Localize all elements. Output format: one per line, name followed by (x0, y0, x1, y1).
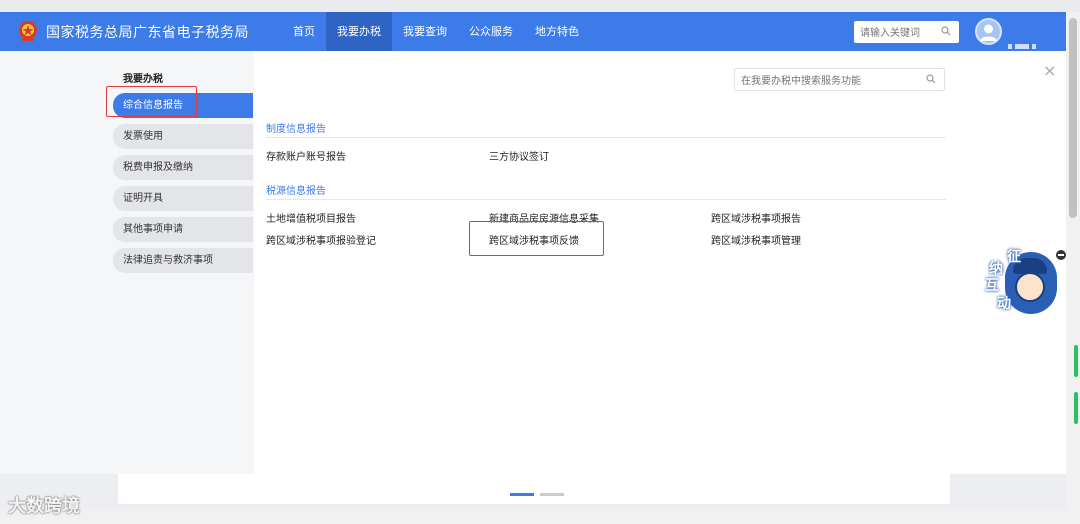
side-indicator (1074, 392, 1078, 424)
section-title-tax-source-info: 税源信息报告 (266, 186, 326, 197)
main-panel: × 制度信息报告 存款账户账号报告 三方协议签订 税源信息报告 土地增值税项目报… (254, 51, 1066, 474)
widget-char: 动 (997, 296, 1011, 312)
nav-public-service[interactable]: 公众服务 (458, 12, 524, 51)
widget-char: 征 (1007, 249, 1021, 265)
sidebar-item-legal-remedy[interactable]: 法律追责与救济事项 (113, 248, 253, 273)
nav-local-features[interactable]: 地方特色 (524, 12, 590, 51)
link-land-vat-project-report[interactable]: 土地增值税项目报告 (266, 210, 356, 225)
sidebar-item-invoice-use[interactable]: 发票使用 (113, 124, 253, 149)
link-deposit-account-report[interactable]: 存款账户账号报告 (266, 148, 346, 163)
side-indicator (1074, 345, 1078, 377)
watermark: 大数跨境 (8, 496, 80, 517)
user-name-masked[interactable] (1008, 34, 1048, 49)
section-title-system-info: 制度信息报告 (266, 124, 326, 135)
service-search (734, 68, 945, 92)
horizontal-scrollbar[interactable] (0, 510, 1066, 524)
vertical-scrollbar[interactable] (1066, 12, 1080, 524)
sidebar-item-other-applications[interactable]: 其他事项申请 (113, 217, 253, 242)
link-tripartite-agreement[interactable]: 三方协议签订 (489, 148, 549, 163)
widget-minimize-icon[interactable] (1056, 250, 1066, 260)
browser-top-strip (0, 0, 1080, 12)
carousel-indicator[interactable] (540, 493, 564, 496)
link-cross-region-tax-report[interactable]: 跨区域涉税事项报告 (711, 210, 801, 225)
user-avatar[interactable] (975, 18, 1002, 45)
sidebar-item-tax-declaration-payment[interactable]: 税费申报及缴纳 (113, 155, 253, 180)
link-new-housing-info-collection[interactable]: 新建商品房房源信息采集 (489, 210, 599, 225)
search-icon[interactable] (941, 26, 951, 36)
sidebar-item-comprehensive-info-report[interactable]: 综合信息报告 (113, 93, 253, 118)
divider (266, 137, 946, 138)
header-search (854, 21, 959, 45)
scrollbar-thumb[interactable] (1069, 18, 1077, 218)
header-search-input[interactable] (854, 22, 938, 45)
site-title[interactable]: 国家税务总局广东省电子税务局 (46, 22, 249, 42)
search-icon[interactable] (926, 74, 936, 84)
sidebar-title: 我要办税 (123, 74, 163, 85)
close-icon[interactable]: × (1043, 63, 1056, 79)
carousel-indicator-active[interactable] (510, 493, 534, 496)
user-icon (980, 24, 997, 41)
tax-emblem-icon (19, 21, 37, 41)
officer-avatar-icon (1015, 272, 1045, 302)
nav-home[interactable]: 首页 (282, 12, 326, 51)
nav-tax-handling[interactable]: 我要办税 (326, 12, 392, 51)
sidebar: 我要办税 综合信息报告 发票使用 税费申报及缴纳 证明开具 其他事项申请 法律追… (0, 51, 254, 474)
bottom-banner (118, 474, 950, 504)
main-nav: 首页 我要办税 我要查询 公众服务 地方特色 (282, 12, 590, 51)
tax-interaction-widget[interactable]: 征 纳 互 动 (983, 246, 1058, 316)
link-cross-region-inspection-registration[interactable]: 跨区域涉税事项报验登记 (266, 232, 376, 247)
link-cross-region-tax-management[interactable]: 跨区域涉税事项管理 (711, 232, 801, 247)
sidebar-item-certificate-issuance[interactable]: 证明开具 (113, 186, 253, 211)
nav-query[interactable]: 我要查询 (392, 12, 458, 51)
widget-char: 互 (985, 278, 999, 294)
link-cross-region-tax-feedback[interactable]: 跨区域涉税事项反馈 (489, 232, 579, 247)
top-header: 国家税务总局广东省电子税务局 首页 我要办税 我要查询 公众服务 地方特色 (0, 12, 1066, 51)
service-search-input[interactable] (735, 71, 915, 92)
divider (266, 199, 946, 200)
